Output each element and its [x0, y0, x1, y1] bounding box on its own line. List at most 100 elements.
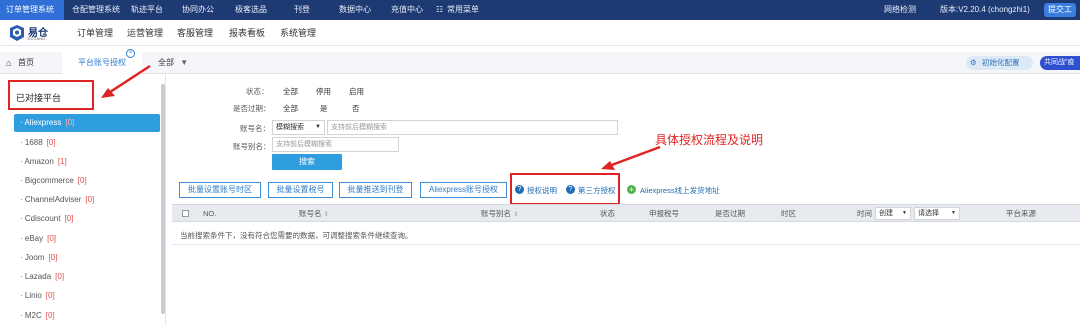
select-all-checkbox[interactable]	[182, 210, 189, 217]
version-label: 版本:V2.20.4 (chongzhi1)	[940, 5, 1030, 14]
expired-option-no[interactable]: 否	[352, 103, 360, 114]
col-account[interactable]: 账号名 ⇕	[299, 205, 329, 223]
chevron-down-icon: ▼	[951, 210, 956, 216]
submit-label: 提交工	[1048, 5, 1072, 14]
tab-home[interactable]: ⌂ 首页	[0, 52, 58, 74]
col-status: 状态	[600, 209, 615, 218]
col-timezone: 时区	[781, 209, 796, 218]
sidebar-item-count: [0]	[45, 311, 55, 320]
batch-timezone-button[interactable]: 批量设置账号时区	[179, 182, 261, 198]
annotation-box-sidebar	[8, 80, 94, 110]
shared-banner-label: 共同战"疫	[1044, 59, 1075, 66]
top-item-track[interactable]: 轨迹平台	[131, 0, 163, 20]
sidebar-item-linio[interactable]: · Linio [0]	[20, 287, 55, 305]
account-search-input[interactable]: 支持前后模糊搜索	[327, 120, 618, 135]
sidebar-item-m2c[interactable]: · M2C [0]	[20, 307, 55, 325]
annotation-arrow-left	[101, 64, 151, 98]
account-label: 账号名：	[240, 124, 270, 133]
sidebar-item-amazon[interactable]: · Amazon [1]	[20, 153, 67, 171]
top-item-recharge[interactable]: 充值中心	[391, 0, 423, 20]
batch-push-listing-button[interactable]: 批量推送到刊登	[339, 182, 412, 198]
main-menu-bar: 易仓 ECCANG 订单管理 运营管理 客服管理 报表看板 系统管理	[0, 20, 1080, 46]
top-item-warehouse[interactable]: 仓配管理系统	[72, 0, 120, 20]
gear-icon: ⚙	[970, 58, 977, 67]
sidebar-item-bigcommerce[interactable]: · Bigcommerce [0]	[20, 172, 87, 190]
time-type-select[interactable]: 创建 ▼	[875, 207, 911, 220]
sidebar-item-ebay[interactable]: · eBay [0]	[20, 230, 56, 248]
menu-operations[interactable]: 运营管理	[127, 20, 163, 46]
plus-icon: +	[627, 185, 636, 194]
submit-button[interactable]: 提交工	[1044, 3, 1076, 17]
status-option-disabled[interactable]: 停用	[316, 86, 331, 97]
tab-bar: ⌂ 首页 平台账号授权 × 全部 ▼ ⚙ 初始化配置 共同战"疫	[0, 49, 1080, 74]
top-item-selection[interactable]: 极客选品	[235, 0, 267, 20]
batch-tax-button[interactable]: 批量设置税号	[268, 182, 333, 198]
sidebar-item-count: [0]	[55, 272, 65, 281]
top-item-data[interactable]: 数据中心	[339, 0, 371, 20]
choose-value: 请选择	[918, 210, 939, 217]
expired-option-yes[interactable]: 是	[320, 103, 328, 114]
menu-orders[interactable]: 订单管理	[77, 20, 113, 46]
logo-sub: ECCANG	[28, 36, 46, 41]
search-button[interactable]: 搜索	[272, 154, 342, 170]
sidebar-item-count: [0]	[77, 176, 87, 185]
chevron-down-icon: ▼	[902, 210, 907, 216]
sidebar-item-count: [0]	[65, 118, 75, 127]
sidebar-item-count: [0]	[85, 195, 95, 204]
sidebar-item-channeladviser[interactable]: · ChannelAdviser [0]	[20, 191, 94, 209]
time-type-value: 创建	[879, 210, 893, 217]
table-empty-row: 当前搜索条件下，没有符合您需要的数据，可调整搜索条件继续查询。	[172, 225, 1080, 245]
empty-message: 当前搜索条件下，没有符合您需要的数据，可调整搜索条件继续查询。	[180, 231, 413, 240]
tab-filter-dropdown[interactable]: 全部 ▼	[158, 52, 188, 74]
sidebar-item-label: M2C	[24, 311, 42, 320]
status-option-all[interactable]: 全部	[283, 86, 298, 97]
sidebar-item-label: 1688	[24, 138, 43, 147]
sidebar-item-count: [0]	[48, 253, 58, 262]
sidebar-item-label: Cdiscount	[24, 214, 61, 223]
network-check-link[interactable]: 网络检测	[884, 0, 916, 20]
sidebar-item-label: Aliexpress	[24, 118, 62, 127]
sidebar-item-aliexpress[interactable]: · Aliexpress [0]	[20, 114, 74, 132]
init-config-label: 初始化配置	[982, 58, 1020, 67]
annotation-box-auth	[510, 173, 620, 205]
sidebar-item-cdiscount[interactable]: · Cdiscount [0]	[20, 210, 73, 228]
status-option-enabled[interactable]: 启用	[349, 86, 364, 97]
top-item-listing[interactable]: 刊登	[294, 0, 310, 20]
platform-sidebar: 已对接平台 · Aliexpress [0] · 1688 [0] · Amazon…	[0, 74, 166, 325]
aliexpress-auth-button[interactable]: Aliexpress账号授权	[420, 182, 507, 198]
col-expired: 是否过期	[715, 209, 745, 218]
expired-option-all[interactable]: 全部	[283, 103, 298, 114]
menu-service[interactable]: 客服管理	[177, 20, 213, 46]
alias-search-input[interactable]: 支持前后模糊搜索	[272, 137, 399, 152]
sidebar-item-1688[interactable]: · 1688 [0]	[20, 134, 56, 152]
account-mode-select[interactable]: 模糊搜索 ▼	[272, 120, 325, 135]
col-alias[interactable]: 账号别名 ⇕	[481, 205, 518, 223]
top-item-order-system[interactable]: 订单管理系统	[0, 0, 64, 20]
sidebar-item-lazada[interactable]: · Lazada [0]	[20, 268, 64, 286]
sidebar-scrollbar[interactable]	[161, 84, 165, 314]
tab-close-icon[interactable]: ×	[126, 49, 135, 58]
col-platform-source: 平台来源	[1006, 209, 1036, 218]
chevron-down-icon: ▼	[180, 58, 189, 67]
menu-system[interactable]: 系统管理	[280, 20, 316, 46]
chevron-down-icon: ▼	[315, 124, 321, 130]
menu-reports[interactable]: 报表看板	[229, 20, 265, 46]
top-item-collab[interactable]: 协同办公	[182, 0, 214, 20]
ship-address-link[interactable]: Aliexpress线上发货地址	[640, 185, 720, 196]
menu-grid-icon[interactable]: ☷	[436, 0, 443, 20]
alias-label: 账号别名：	[233, 142, 271, 151]
sidebar-item-label: eBay	[24, 234, 44, 243]
col-no: NO.	[203, 209, 217, 218]
top-item-common-menu[interactable]: 常用菜单	[447, 0, 479, 20]
sidebar-item-joom[interactable]: · Joom [0]	[20, 249, 57, 267]
col-time: 时间	[857, 209, 872, 218]
init-config-button[interactable]: ⚙ 初始化配置	[966, 56, 1033, 70]
sidebar-item-count: [0]	[46, 138, 56, 147]
account-mode-value: 模糊搜索	[276, 124, 304, 131]
shared-banner-button[interactable]: 共同战"疫	[1040, 56, 1080, 70]
sidebar-item-count: [1]	[57, 157, 67, 166]
sidebar-item-label: Amazon	[24, 157, 54, 166]
choose-select[interactable]: 请选择 ▼	[914, 207, 960, 220]
col-alias-label: 账号别名	[481, 209, 511, 218]
col-account-label: 账号名	[299, 209, 322, 218]
